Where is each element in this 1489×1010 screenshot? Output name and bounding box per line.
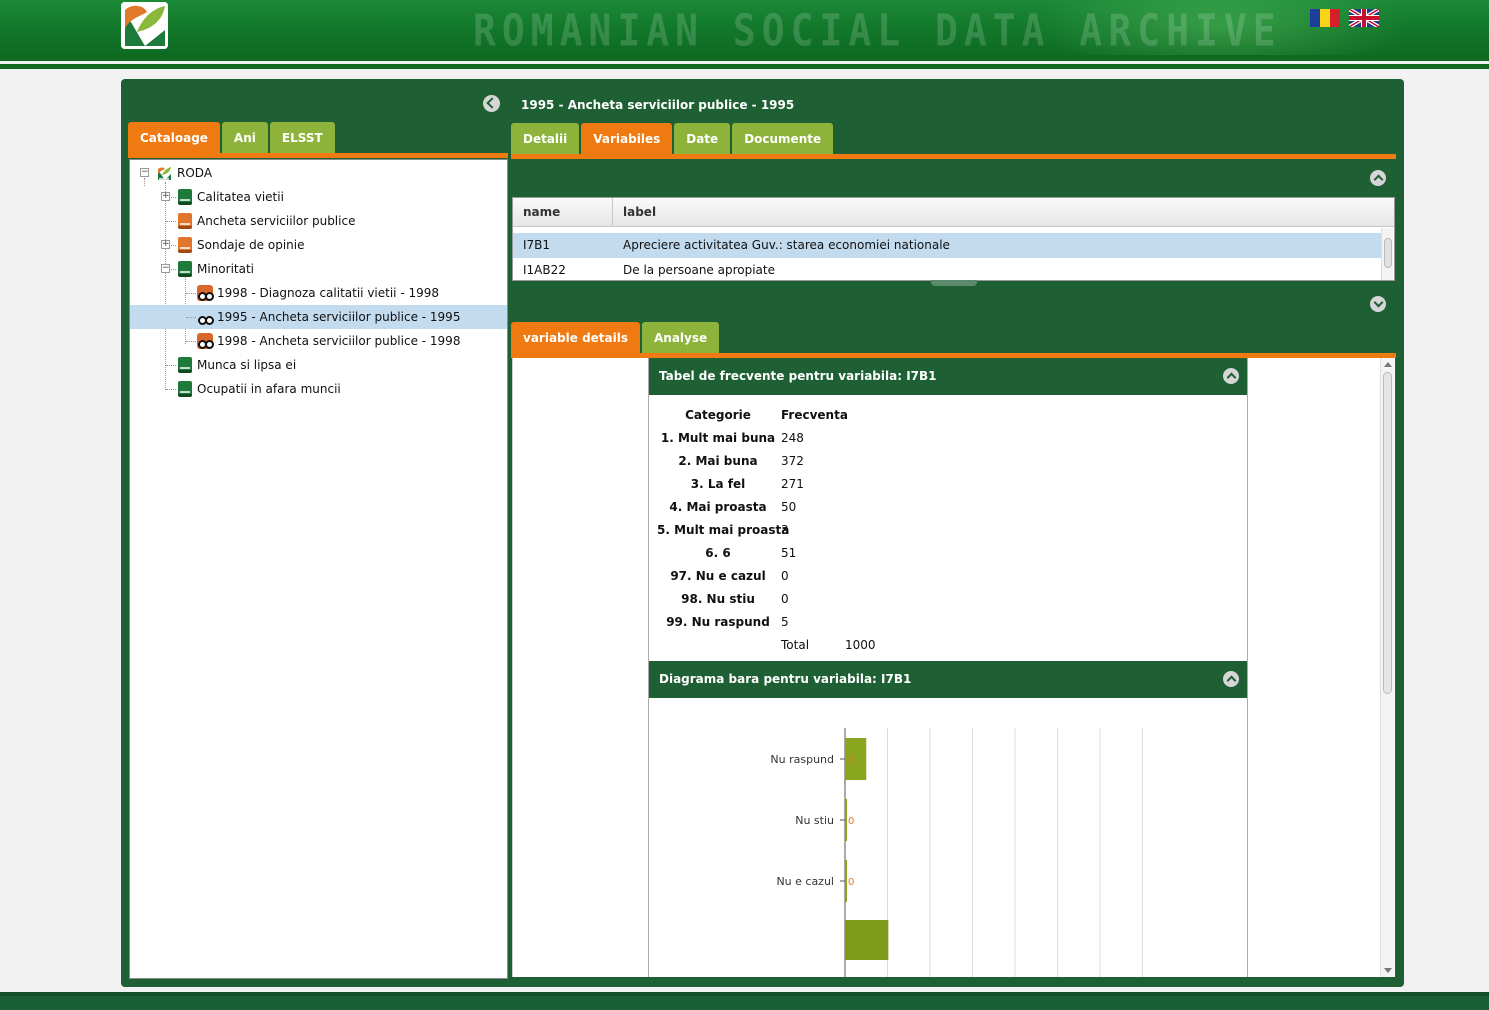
- variables-grid: name label I7B1 Apreciere activitatea Gu…: [512, 197, 1395, 281]
- cell-label: De la persoane apropiate: [623, 263, 775, 277]
- roda-logo[interactable]: [121, 2, 168, 49]
- catalog-tree: − RODA + Calitatea vietii Ancheta servic…: [129, 159, 508, 979]
- expand-details-icon[interactable]: [1370, 296, 1386, 312]
- tree-node-study-1998-diagnoza[interactable]: 1998 - Diagnoza calitatii vietii - 1998: [130, 281, 507, 305]
- chart-data-label: 5: [848, 755, 854, 766]
- study-title: 1995 - Ancheta serviciilor publice - 199…: [521, 98, 795, 112]
- chart-tick-label: Nu raspund: [770, 753, 834, 766]
- collapse-freq-icon[interactable]: [1223, 368, 1239, 384]
- tree-node-label: Munca si lipsa ei: [197, 358, 297, 372]
- tree-node-label: 1998 - Ancheta serviciilor publice - 199…: [217, 334, 461, 348]
- grid-scrollbar[interactable]: [1381, 228, 1393, 280]
- tree-node-label: Ocupatii in afara muncii: [197, 382, 341, 396]
- tab-date[interactable]: Date: [674, 123, 731, 155]
- collapse-grid-icon[interactable]: [1370, 170, 1386, 186]
- cell-name: I7B1: [523, 238, 551, 252]
- green-book-icon: [178, 189, 192, 205]
- tree-node-ancheta-servicii[interactable]: Ancheta serviciilor publice: [130, 209, 507, 233]
- orange-book-icon: [178, 237, 192, 253]
- tree-node-roda[interactable]: − RODA: [130, 161, 507, 185]
- study-tabs: Detalii Variabiles Date Documente: [511, 123, 834, 155]
- tree-node-label: Minoritati: [197, 262, 254, 276]
- tree-node-label: Sondaje de opinie: [197, 238, 305, 252]
- green-book-icon: [178, 357, 192, 373]
- grid-header: name label: [513, 198, 1394, 227]
- roda-logo-icon: [157, 165, 171, 181]
- column-header-categorie: Categorie: [685, 408, 751, 422]
- expand-icon[interactable]: +: [161, 240, 170, 249]
- site-footer: [0, 992, 1489, 1010]
- site-brand: ROMANIAN SOCIAL DATA ARCHIVE: [473, 5, 1282, 55]
- tree-node-munca[interactable]: Munca si lipsa ei: [130, 353, 507, 377]
- tree-node-study-1995-ancheta[interactable]: 1995 - Ancheta serviciilor publice - 199…: [130, 305, 507, 329]
- total-value: 1000: [845, 638, 876, 652]
- collapse-chart-icon[interactable]: [1223, 671, 1239, 687]
- tree-node-label: 1995 - Ancheta serviciilor publice - 199…: [217, 310, 461, 324]
- total-label: Total: [781, 638, 810, 652]
- tree-node-sondaje[interactable]: + Sondaje de opinie: [130, 233, 507, 257]
- frequency-table-box: Tabel de frecvente pentru variabila: I7B…: [648, 358, 1248, 661]
- chart-bar: [845, 799, 847, 841]
- frequency-table-title: Tabel de frecvente pentru variabila: I7B…: [649, 358, 1247, 395]
- header-stripe: [0, 55, 1489, 61]
- tab-cataloage[interactable]: Cataloage: [128, 122, 220, 154]
- bar-chart-box: Diagrama bara pentru variabila: I7B1 Nu …: [648, 661, 1248, 977]
- chart-data-label: 0: [848, 816, 854, 827]
- binoculars-icon: [197, 285, 214, 301]
- tab-documente[interactable]: Documente: [732, 123, 834, 155]
- tab-variabiles[interactable]: Variabiles: [581, 123, 673, 155]
- tree-node-minoritati[interactable]: − Minoritati: [130, 257, 507, 281]
- tab-detalii[interactable]: Detalii: [511, 123, 580, 155]
- column-header-frecventa: Frecventa: [781, 408, 848, 422]
- tree-node-ocupatii[interactable]: Ocupatii in afara muncii: [130, 377, 507, 401]
- chart-bar: [845, 920, 889, 960]
- tab-variable-details[interactable]: variable details: [511, 322, 640, 354]
- column-header-label[interactable]: label: [613, 198, 656, 227]
- site-header: ROMANIAN SOCIAL DATA ARCHIVE: [0, 0, 1489, 55]
- tab-elsst[interactable]: ELSST: [269, 122, 335, 154]
- catalog-tabs: Cataloage Ani ELSST: [128, 122, 335, 154]
- split-handle[interactable]: [931, 280, 977, 286]
- chart-tick-label: Nu stiu: [795, 814, 834, 827]
- detail-tabs: variable details Analyse: [511, 322, 720, 354]
- binoculars-icon: [197, 309, 214, 325]
- expand-icon[interactable]: +: [161, 192, 170, 201]
- tab-underline: [511, 154, 1396, 159]
- green-book-icon: [178, 261, 192, 277]
- chart-bar: [845, 860, 847, 902]
- column-header-name[interactable]: name: [513, 198, 613, 227]
- tree-node-label: RODA: [177, 166, 213, 180]
- tree-node-label: Calitatea vietii: [197, 190, 284, 204]
- orange-book-icon: [178, 213, 192, 229]
- tab-analyse[interactable]: Analyse: [642, 322, 720, 354]
- collapse-icon[interactable]: −: [161, 264, 170, 273]
- tab-ani[interactable]: Ani: [221, 122, 268, 154]
- details-scrollbar[interactable]: [1380, 358, 1394, 977]
- main-panel: Cataloage Ani ELSST − RODA + Calitatea v…: [121, 79, 1404, 987]
- tree-node-calitatea-vietii[interactable]: + Calitatea vietii: [130, 185, 507, 209]
- tree-node-study-1998-ancheta[interactable]: 1998 - Ancheta serviciilor publice - 199…: [130, 329, 507, 353]
- bar-chart: Nu raspund 5 Nu stiu 0 Nu e cazul 0: [770, 728, 1143, 977]
- flag-ro-icon[interactable]: [1310, 9, 1340, 27]
- green-book-icon: [178, 381, 192, 397]
- chart-tick-label: Nu e cazul: [776, 875, 834, 888]
- binoculars-icon: [197, 333, 214, 349]
- chart-data-label: 0: [848, 877, 854, 888]
- collapse-icon[interactable]: −: [140, 168, 149, 177]
- tree-node-label: 1998 - Diagnoza calitatii vietii - 1998: [217, 286, 440, 300]
- variable-details-panel: Tabel de frecvente pentru variabila: I7B…: [512, 358, 1395, 977]
- bar-chart-title: Diagrama bara pentru variabila: I7B1: [649, 661, 1247, 698]
- header-stripe: [0, 64, 1489, 69]
- flag-uk-icon[interactable]: [1347, 7, 1381, 29]
- tree-node-label: Ancheta serviciilor publice: [197, 214, 356, 228]
- table-row[interactable]: I7B1 Apreciere activitatea Guv.: starea …: [513, 233, 1381, 258]
- cell-name: I1AB22: [523, 263, 566, 277]
- collapse-left-panel-icon[interactable]: [483, 95, 500, 112]
- cell-label: Apreciere activitatea Guv.: starea econo…: [623, 238, 950, 252]
- tab-underline: [128, 153, 508, 158]
